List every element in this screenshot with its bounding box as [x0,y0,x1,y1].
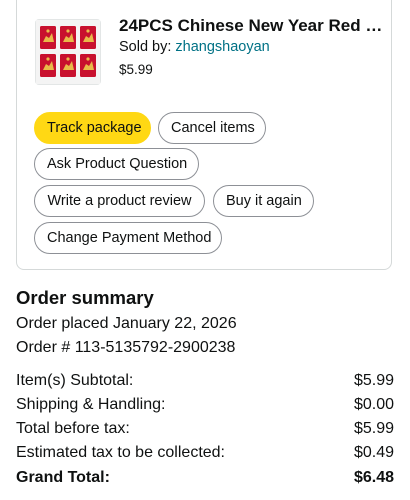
sold-by: Sold by: zhangshaoyan [119,39,270,55]
track-package-button[interactable]: Track package [34,112,151,144]
grand-total-label: Grand Total: [16,469,110,486]
total-before-tax-value: $5.99 [353,420,394,437]
change-payment-method-button[interactable]: Change Payment Method [34,222,222,254]
product-thumbnail[interactable] [35,19,101,85]
estimated-tax-value: $0.49 [353,444,394,461]
total-before-tax-label: Total before tax: [16,420,130,437]
red-envelope-image [36,20,100,84]
seller-link[interactable]: zhangshaoyan [175,39,269,55]
subtotal-label: Item(s) Subtotal: [16,372,134,389]
order-number: Order # 113-5135792-2900238 [16,339,236,356]
shipping-label: Shipping & Handling: [16,396,166,413]
sold-by-label: Sold by: [119,39,176,55]
product-price: $5.99 [119,62,153,77]
shipping-value: $0.00 [353,396,394,413]
write-review-button[interactable]: Write a product review [34,185,205,217]
order-summary-title: Order summary [16,287,154,308]
subtotal-value: $5.99 [353,372,394,389]
order-placed-date: Order placed January 22, 2026 [16,315,237,332]
estimated-tax-label: Estimated tax to be collected: [16,444,225,461]
grand-total-value: $6.48 [353,469,394,486]
cancel-items-button[interactable]: Cancel items [158,112,266,144]
ask-product-question-button[interactable]: Ask Product Question [34,148,199,180]
buy-again-button[interactable]: Buy it again [213,185,314,217]
product-title[interactable]: 24PCS Chinese New Year Red E... [119,16,389,36]
order-item-card: 24PCS Chinese New Year Red E... Sold by:… [16,0,392,270]
